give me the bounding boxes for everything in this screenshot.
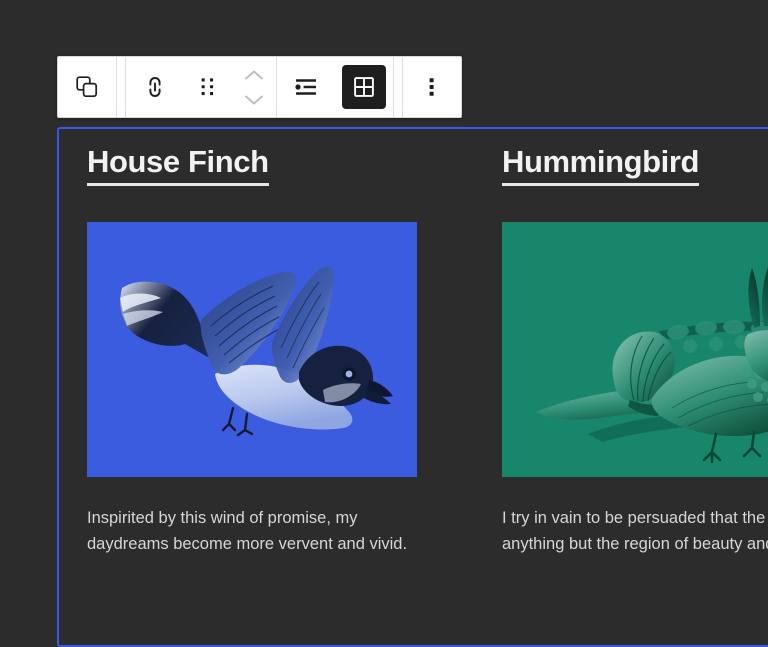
post-excerpt[interactable]: I try in vain to be persuaded that the a… [502, 505, 768, 558]
post-excerpt[interactable]: Inspirited by this wind of promise, my d… [87, 505, 417, 558]
more-options-button[interactable] [403, 58, 461, 116]
link-button[interactable] [126, 58, 184, 116]
drag-handle[interactable] [184, 58, 232, 116]
chevron-up-icon [245, 70, 263, 79]
block-actions-group [125, 57, 277, 117]
post-title-link[interactable]: House Finch [87, 144, 269, 186]
post-card[interactable]: Hummingbird I try in vain to be persuade… [502, 144, 768, 558]
post-featured-image[interactable] [87, 221, 417, 477]
editor-canvas[interactable]: House Finch Inspirited by this wind of p… [0, 0, 768, 647]
move-down-button[interactable] [241, 92, 267, 108]
copy-blocks-icon [76, 76, 98, 98]
post-card[interactable]: House Finch Inspirited by this wind of p… [87, 144, 417, 558]
list-view-icon [295, 79, 316, 95]
block-type-icon[interactable] [58, 58, 116, 116]
block-mover-group [232, 58, 276, 116]
excerpt-line: I try in vain to be persuaded that the [502, 508, 766, 527]
move-up-button[interactable] [241, 67, 267, 83]
layout-group [277, 57, 394, 117]
post-title-link[interactable]: Hummingbird [502, 144, 699, 186]
chevron-down-icon [245, 95, 263, 104]
post-featured-image[interactable] [502, 221, 768, 477]
excerpt-line: anything but the region of beauty and [502, 535, 768, 554]
list-view-button[interactable] [277, 58, 335, 116]
link-icon [149, 77, 161, 97]
excerpt-line: Inspirited by this wind of promise, my [87, 508, 358, 527]
grid-view-icon [354, 77, 374, 97]
post-template-grid[interactable]: House Finch Inspirited by this wind of p… [87, 144, 768, 558]
block-type-group [58, 57, 117, 117]
block-toolbar[interactable] [57, 56, 462, 118]
grid-view-button[interactable] [342, 65, 386, 109]
drag-handle-icon [201, 78, 214, 96]
options-group [402, 57, 461, 117]
excerpt-line: daydreams become more vervent and vivid. [87, 535, 408, 554]
kebab-menu-icon [429, 78, 434, 96]
